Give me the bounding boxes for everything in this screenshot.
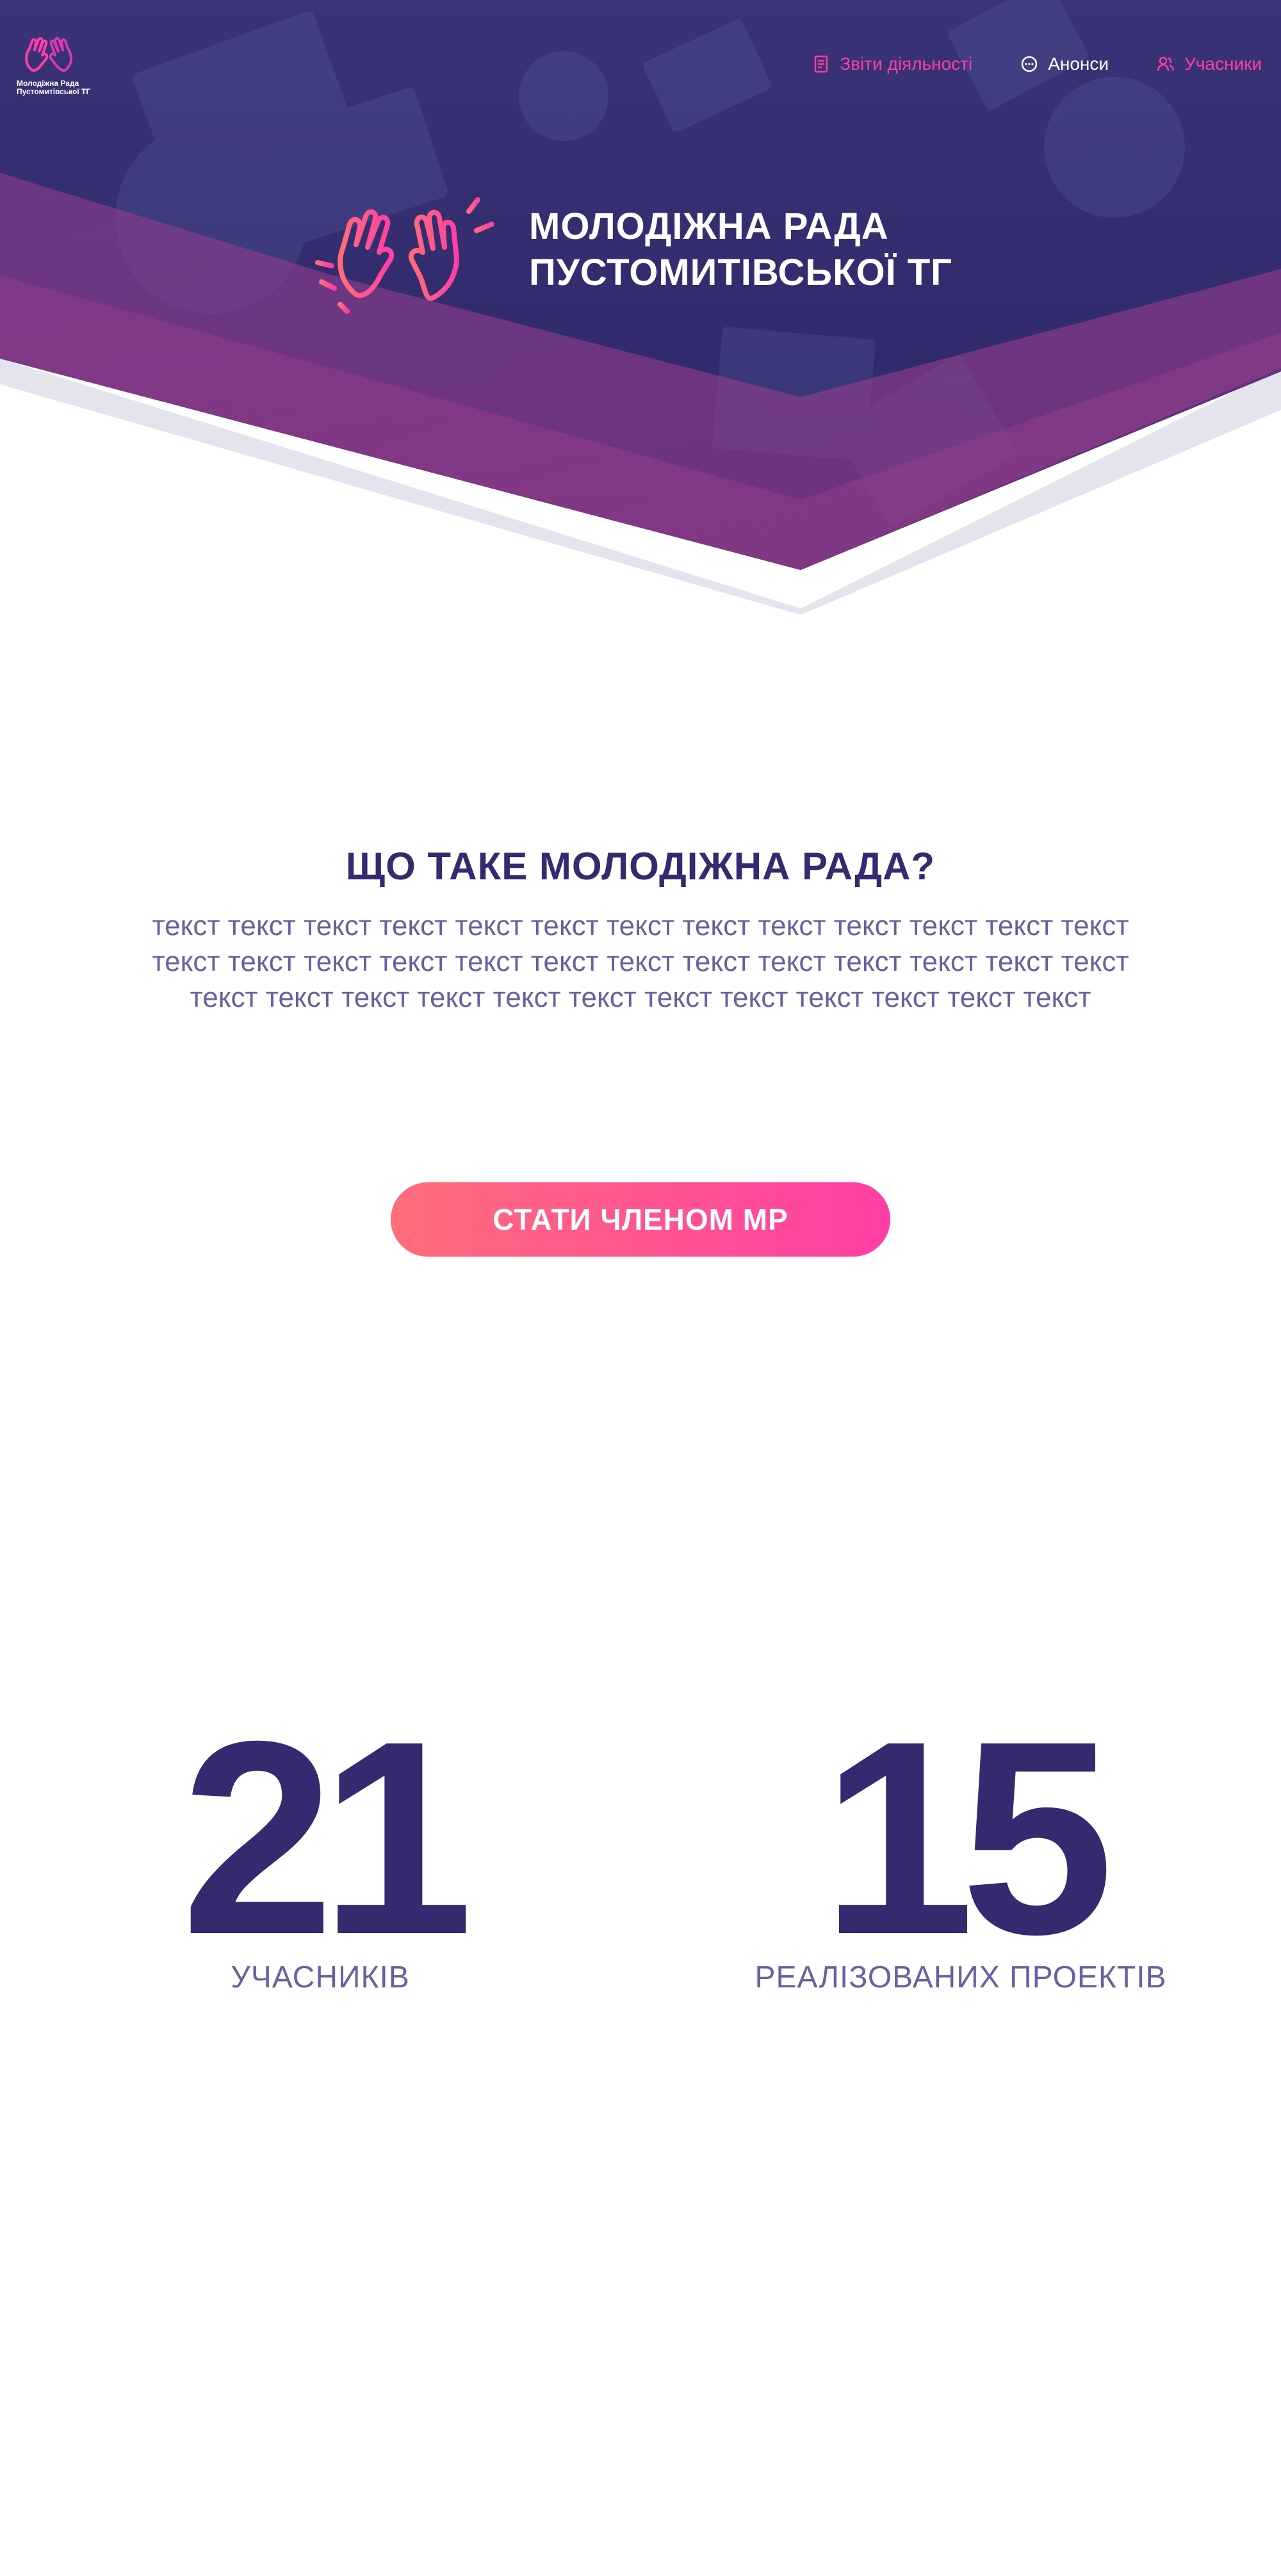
- nav-item-members-label: Учасники: [1184, 54, 1262, 74]
- stat-projects-label: РЕАЛІЗОВАНИХ ПРОЕКТІВ: [755, 1961, 1167, 1994]
- hero-brand: МОЛОДІЖНА РАДА ПУСТОМИТІВСЬКОЇ ТГ: [305, 186, 952, 314]
- high-five-hands-icon: [315, 197, 500, 314]
- stat-projects-value: 15: [821, 1684, 1114, 1992]
- about-heading: ЩО ТАКЕ МОЛОДІЖНА РАДА?: [345, 845, 936, 888]
- nav-item-announcements[interactable]: Анонси: [1020, 54, 1109, 74]
- users-icon: [1157, 56, 1175, 72]
- top-navigation: Звіти діяльності Анонси Учасники: [812, 54, 1262, 74]
- stat-projects: 15 РЕАЛІЗОВАНИХ ПРОЕКТІВ: [737, 1684, 1185, 1995]
- nav-item-reports-label: Звіти діяльності: [840, 54, 973, 74]
- stat-members-value: 21: [181, 1684, 473, 1992]
- about-text: текст текст текст текст текст текст текс…: [152, 910, 1129, 1013]
- site-logo[interactable]: Молодіжна Рада Пустомитівської ТГ: [17, 32, 90, 96]
- mini-logo-text-line2: Пустомитівської ТГ: [17, 87, 91, 96]
- nav-item-reports[interactable]: Звіти діяльності: [812, 54, 972, 74]
- stat-members: 21 УЧАСНИКІВ: [160, 1684, 480, 1995]
- nav-item-members[interactable]: Учасники: [1156, 54, 1262, 74]
- high-five-logo-icon: [25, 37, 72, 72]
- hero-title-line1: МОЛОДІЖНА РАДА: [529, 206, 889, 247]
- nav-item-announcements-label: Анонси: [1048, 54, 1109, 74]
- hero-title-line2: ПУСТОМИТІВСЬКОЇ ТГ: [529, 252, 953, 293]
- document-icon: [814, 55, 828, 73]
- hero-section: Молодіжна Рада Пустомитівської ТГ Звіти …: [0, 0, 1281, 615]
- join-council-button[interactable]: СТАТИ ЧЛЕНОМ МР: [391, 1182, 890, 1257]
- chat-bubble-icon: [1021, 56, 1038, 72]
